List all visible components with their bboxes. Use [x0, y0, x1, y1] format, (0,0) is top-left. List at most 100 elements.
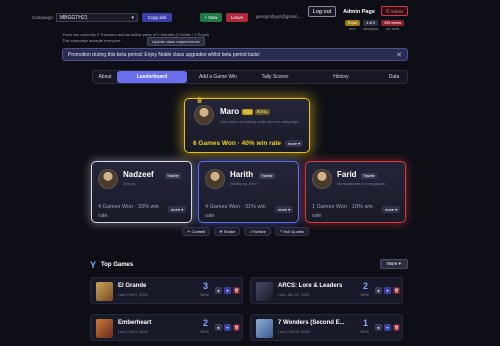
trash-icon[interactable]: 🗑	[233, 287, 240, 294]
chip-roll-quotes[interactable]: ❝ Roll Quotes	[275, 227, 310, 236]
chevron-down-icon[interactable]: ▾	[224, 287, 231, 294]
chevron-down-icon[interactable]: ▾	[224, 324, 231, 331]
game-wins: 2	[362, 281, 368, 291]
player-card[interactable]: Farid Traveler Momydenam is it ezygstzin…	[305, 161, 406, 223]
stat-label: campaigns	[362, 27, 379, 31]
new-campaign-button[interactable]: + New	[200, 13, 222, 22]
game-name: ARCS: Lore & Leaders	[278, 283, 343, 289]
promo-text: Promotion during this beta period: Enjoy…	[68, 51, 260, 58]
admin-badge-label: Admin	[390, 8, 404, 14]
game-wins: 2	[202, 318, 208, 328]
tab-bar: About Leaderboard Add a Game Win Tally S…	[92, 70, 408, 84]
player-more-button[interactable]: more ▾	[168, 206, 187, 213]
campaign-select[interactable]: MBGGTH21 ▾	[56, 13, 138, 22]
player-name: Farid	[337, 170, 357, 179]
avatar	[98, 169, 118, 189]
logout-button[interactable]: Log out	[308, 6, 336, 17]
player-tagline: Whats up, Dev?	[230, 181, 259, 186]
game-row[interactable]: 7 Wonders (Second E... Last: Feb 25, 202…	[250, 314, 403, 341]
admin-badge[interactable]: ⛨ Admin	[381, 6, 408, 16]
chip-fanfare[interactable]: ♪ Fanfare	[244, 227, 271, 236]
copy-link-button[interactable]: Copy link	[142, 13, 172, 22]
tab-data[interactable]: Data	[381, 71, 407, 83]
chip-shake[interactable]: ✺ Shake	[214, 227, 241, 236]
chevron-down-icon: ▾	[131, 14, 134, 21]
shield-icon: ⛨	[385, 8, 390, 14]
trash-icon[interactable]: 🗑	[393, 324, 400, 331]
tab-history[interactable]: History	[303, 71, 379, 83]
player-name: Harith	[230, 170, 254, 179]
game-name: El Grande	[118, 283, 147, 289]
leader-name: Maro	[220, 107, 240, 116]
chip-confetti[interactable]: ✦ Confetti	[182, 227, 211, 236]
game-row[interactable]: ARCS: Lore & Leaders Last: Jan 21, 2026 …	[250, 277, 403, 304]
leader-wins: 6 Games Won · 40% win rate	[193, 140, 282, 147]
leader-more-button[interactable]: more ▾	[285, 140, 304, 147]
player-wins: 4 Games Won · 33% win rate	[98, 204, 159, 219]
tab-tally-scores[interactable]: Tally Scores	[249, 71, 301, 83]
user-email: georgcsbyyz@gmail....	[256, 14, 302, 19]
wins-label: WINS	[200, 330, 209, 334]
chevron-down-icon[interactable]: ▾	[384, 287, 391, 294]
stat-label: per week	[386, 27, 400, 31]
admin-page-link[interactable]: Admin Page	[342, 6, 376, 17]
trash-icon[interactable]: 🗑	[233, 324, 240, 331]
player-card[interactable]: Nadzeef Traveler Zeh ay. 4 Games Won · 3…	[91, 161, 192, 223]
game-row[interactable]: Emberheart Last: Feb 6, 2026 2 WINS ● ▾ …	[90, 314, 243, 341]
trash-icon[interactable]: 🗑	[393, 287, 400, 294]
campaign-value: MBGGTH21	[60, 14, 88, 21]
crown-icon: ♛	[196, 96, 204, 105]
chip-label: Shake	[223, 229, 236, 234]
player-tagline: Momydenam is it ezygstzin.	[337, 181, 387, 186]
wins-label: WINS	[200, 293, 209, 297]
rank-badge: Traveler	[361, 173, 377, 179]
game-last-date: Last: Feb 6, 2026	[118, 293, 148, 297]
game-wins: 3	[202, 281, 208, 291]
stats-row: Royal ranc 4 of 5 campaigns 999 weeks per w…	[345, 20, 405, 31]
tab-leaderboard[interactable]: Leaderboard	[117, 71, 187, 83]
stat-label: ranc	[349, 27, 356, 31]
tab-add-game-win[interactable]: Add a Game Win	[189, 71, 247, 83]
player-more-button[interactable]: more ▾	[275, 206, 294, 213]
chip-label: Fanfare	[252, 229, 266, 234]
you-badge: YOU	[242, 109, 253, 115]
effect-chips: ✦ Confetti ✺ Shake ♪ Fanfare ❝ Roll Quot…	[182, 227, 310, 236]
close-icon[interactable]: ✕	[396, 51, 402, 59]
game-last-date: Last: Jan 21, 2026	[278, 293, 310, 297]
player-more-button[interactable]: more ▾	[382, 206, 401, 213]
chip-label: Confetti	[191, 229, 206, 234]
player-name: Nadzeef	[123, 170, 154, 179]
play-icon[interactable]: ●	[215, 287, 222, 294]
avatar	[205, 169, 225, 189]
leader-card[interactable]: ♛ Maro YOU ROYAL One does not simply wal…	[184, 96, 310, 153]
game-last-date: Last: Feb 25, 2026	[278, 330, 310, 334]
game-thumbnail	[256, 282, 273, 301]
stat-weeks: 999 weeks per week	[381, 20, 405, 31]
chevron-down-icon[interactable]: ▾	[384, 324, 391, 331]
avatar	[194, 105, 214, 125]
update-requirements-button[interactable]: Update class requirements	[147, 37, 205, 46]
campaign-label: Campaign:	[32, 15, 54, 20]
play-icon[interactable]: ●	[375, 287, 382, 294]
royal-badge: ROYAL	[255, 109, 270, 115]
more-games-button[interactable]: More ▾	[380, 259, 408, 269]
stat-chip: 4 of 5	[363, 20, 379, 26]
rank-badge: Traveler	[259, 173, 275, 179]
leader-tagline: One does not simply walk into my campaig…	[220, 119, 300, 124]
play-icon[interactable]: ●	[215, 324, 222, 331]
stat-chip: 999 weeks	[381, 20, 405, 26]
play-icon[interactable]: ●	[375, 324, 382, 331]
promo-banner: Promotion during this beta period: Enjoy…	[62, 48, 408, 61]
player-wins: 4 Games Won · 31% win rate	[205, 204, 266, 219]
game-row[interactable]: El Grande Last: Feb 6, 2026 3 WINS ● ▾ 🗑	[90, 277, 243, 304]
player-card[interactable]: Harith Traveler Whats up, Dev? 4 Games W…	[198, 161, 299, 223]
stat-campaigns: 4 of 5 campaigns	[363, 20, 378, 31]
game-wins: 1	[362, 318, 368, 328]
avatar	[312, 169, 332, 189]
rank-badge: Traveler	[165, 173, 181, 179]
leave-campaign-button[interactable]: Leave	[226, 13, 248, 22]
tab-about[interactable]: About	[95, 71, 115, 83]
stat-rank: Royal ranc	[345, 20, 360, 31]
chip-label: Roll Quotes	[283, 229, 305, 234]
game-last-date: Last: Feb 6, 2026	[118, 330, 148, 334]
